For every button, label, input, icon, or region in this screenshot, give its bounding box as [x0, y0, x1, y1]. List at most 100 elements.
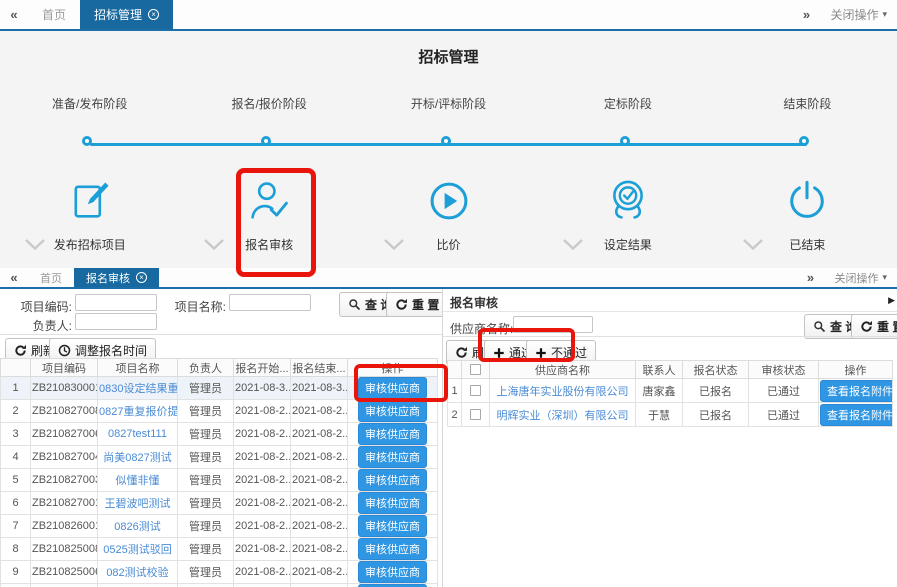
project-name-link[interactable]: 0830设定结果重复...: [98, 377, 178, 400]
row-number: 9: [1, 561, 31, 584]
project-code: ZB210827004: [31, 446, 98, 469]
panel-expand-icon[interactable]: ▶: [888, 295, 895, 306]
action-label: 已结束: [789, 238, 825, 252]
project-name-link[interactable]: 0525测试驳回: [98, 538, 178, 561]
table-row: 3 ZB210827006 0827test111 管理员 2021-08-2.…: [1, 423, 438, 446]
plus-icon: [535, 347, 547, 359]
row-number: 10: [1, 584, 31, 587]
reset-button[interactable]: 重 置: [386, 292, 443, 317]
table-row: 2 ZB210827008 0827重复报价提交... 管理员 2021-08-…: [1, 400, 438, 423]
row-number: 1: [1, 377, 31, 400]
audit-supplier-button[interactable]: 审核供应商: [358, 400, 427, 422]
tab-home[interactable]: 首页: [28, 0, 80, 29]
view-signup-attachment-button[interactable]: 查看报名附件: [820, 404, 893, 426]
signup-start: 2021-08-2...: [234, 400, 291, 423]
action-finished[interactable]: 已结束: [718, 236, 897, 253]
col-rownum: [1, 359, 31, 377]
fail-label: 不通过: [551, 344, 587, 361]
supplier-table: 供应商名称 联系人 报名状态 审核状态 操作 1 上海唐年实业股份有限公司 唐家…: [447, 360, 893, 427]
project-name-link[interactable]: 0826测试: [98, 515, 178, 538]
manager-input[interactable]: [75, 313, 157, 330]
collapse-tabs-icon[interactable]: «: [0, 0, 28, 29]
project-name-link[interactable]: 似懂非懂: [98, 469, 178, 492]
col-signup-status: 报名状态: [683, 361, 749, 379]
row-checkbox[interactable]: [470, 385, 481, 396]
manager: 管理员: [178, 561, 234, 584]
caret-down-icon: ▾: [882, 9, 887, 20]
project-name-link[interactable]: 王碧波测试: [98, 584, 178, 587]
table-row: 6 ZB210827001 王碧波吧测试 管理员 2021-08-2... 20…: [1, 492, 438, 515]
row-checkbox[interactable]: [470, 409, 481, 420]
project-code: ZB210827006: [31, 423, 98, 446]
audit-supplier-button[interactable]: 审核供应商: [358, 515, 427, 537]
tab-home-sub[interactable]: 首页: [28, 268, 74, 287]
stage-panel: 招标管理 准备/发布阶段 报名/报价阶段 开标/评标阶段 定标阶段 结束阶段: [0, 31, 897, 268]
project-name-link[interactable]: 082测试校验: [98, 561, 178, 584]
close-tab-icon[interactable]: ×: [148, 9, 159, 20]
chevron-down-icon: [24, 238, 46, 251]
signup-end: 2021-08-2...: [291, 400, 348, 423]
action-signup-audit[interactable]: 报名审核: [179, 236, 358, 253]
project-name-link[interactable]: 0827重复报价提交...: [98, 400, 178, 423]
divider: [0, 334, 442, 335]
compare-price-stage[interactable]: [359, 177, 538, 225]
action-set-result[interactable]: 设定结果: [538, 236, 717, 253]
timeline-dot: [620, 136, 630, 146]
search-icon: [348, 298, 361, 311]
close-operations-dropdown[interactable]: 关闭操作 ▾: [820, 0, 897, 29]
audit-supplier-button[interactable]: 审核供应商: [358, 469, 427, 491]
expand-tabs-icon[interactable]: »: [792, 0, 820, 29]
tab-label: 报名审核: [86, 270, 130, 286]
panel-titlebar: 报名审核 ▶: [443, 289, 897, 312]
signup-end: 2021-08-2...: [291, 561, 348, 584]
row-number: 8: [1, 538, 31, 561]
signup-start: 2021-08-2...: [234, 492, 291, 515]
audit-supplier-button[interactable]: 审核供应商: [358, 423, 427, 445]
col-project-code: 项目编码: [31, 359, 98, 377]
audit-supplier-button[interactable]: 审核供应商: [358, 492, 427, 514]
supplier-name-link[interactable]: 上海唐年实业股份有限公司: [490, 379, 636, 403]
project-code: ZB210827001: [31, 492, 98, 515]
signup-end: 2021-08-2...: [291, 446, 348, 469]
view-signup-attachment-button[interactable]: 查看报名附件: [820, 380, 893, 402]
close-tab-icon[interactable]: ×: [136, 272, 147, 283]
close-operations-dropdown[interactable]: 关闭操作 ▾: [824, 268, 897, 287]
col-signup-end: 报名结束...: [291, 359, 348, 377]
tab-signup-audit[interactable]: 报名审核 ×: [74, 268, 159, 287]
supplier-name-link[interactable]: 明辉实业（深圳）有限公司: [490, 403, 636, 427]
set-result-stage[interactable]: [538, 177, 717, 225]
audit-supplier-button[interactable]: 审核供应商: [358, 561, 427, 583]
close-operations-label: 关闭操作: [834, 270, 878, 286]
phase-signup: 报名/报价阶段: [179, 95, 358, 112]
timeline-dot: [799, 136, 809, 146]
project-code-input[interactable]: [75, 294, 157, 311]
table-row: 10 ZB210825005 王碧波测试 管理员 2021-08-2... 20…: [1, 584, 438, 587]
audit-supplier-button[interactable]: 审核供应商: [358, 377, 427, 399]
signup-start: 2021-08-2...: [234, 446, 291, 469]
finished-stage[interactable]: [718, 177, 897, 225]
project-code: ZB210826001: [31, 515, 98, 538]
col-operation: 操作: [819, 361, 893, 379]
action-publish-project[interactable]: 发布招标项目: [0, 236, 179, 253]
audit-supplier-button[interactable]: 审核供应商: [358, 538, 427, 560]
tab-bid-management[interactable]: 招标管理 ×: [80, 0, 173, 29]
project-name-link[interactable]: 0827test111: [98, 423, 178, 446]
project-name-input[interactable]: [229, 294, 311, 311]
chevron-down-icon: [562, 238, 584, 251]
audit-supplier-button[interactable]: 审核供应商: [358, 446, 427, 468]
supplier-name-input[interactable]: [513, 316, 593, 333]
project-name-link[interactable]: 王碧波吧测试: [98, 492, 178, 515]
action-compare-price[interactable]: 比价: [359, 236, 538, 253]
reset-icon: [395, 298, 408, 311]
publish-project-stage[interactable]: [0, 177, 179, 225]
refresh-icon: [455, 346, 468, 359]
signup-audit-stage[interactable]: [179, 177, 358, 225]
row-number: 1: [448, 379, 462, 403]
signup-end: 2021-08-2...: [291, 538, 348, 561]
search-icon: [813, 320, 826, 333]
select-all-checkbox[interactable]: [470, 364, 481, 375]
collapse-tabs-icon[interactable]: «: [0, 268, 28, 287]
refresh-icon: [14, 344, 27, 357]
project-name-link[interactable]: 尚美0827测试: [98, 446, 178, 469]
expand-tabs-icon[interactable]: »: [796, 268, 824, 287]
